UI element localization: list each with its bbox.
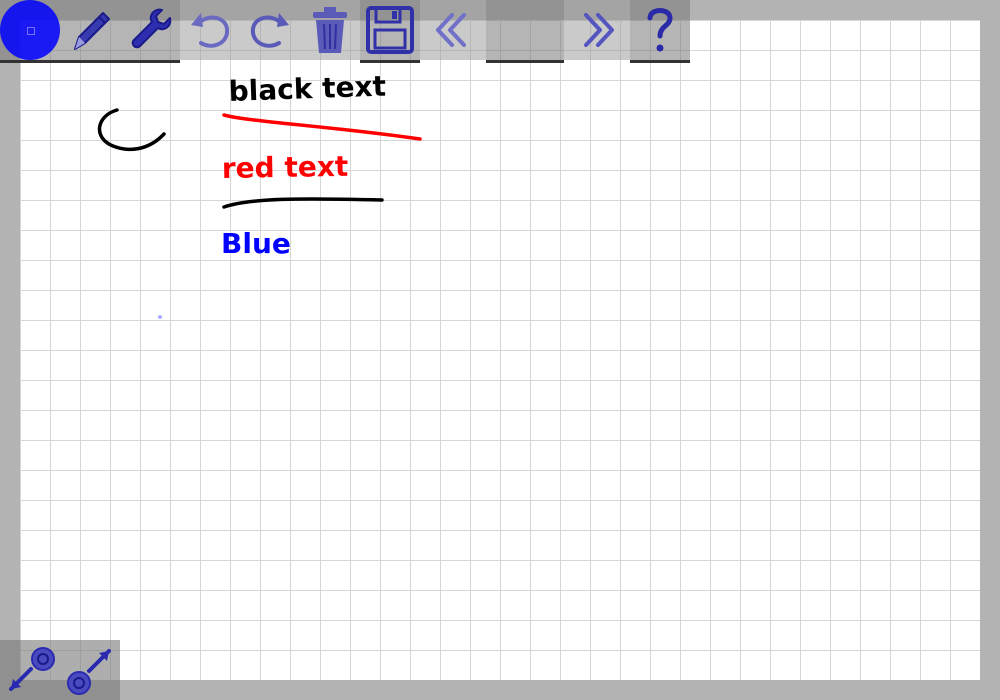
settings-button[interactable] xyxy=(120,0,180,60)
chevron-double-left-icon xyxy=(436,13,466,47)
question-mark-icon xyxy=(647,8,673,52)
zoom-out-button[interactable] xyxy=(0,640,60,700)
delete-button[interactable] xyxy=(300,0,360,60)
chevron-double-right-icon xyxy=(584,13,614,47)
help-button[interactable] xyxy=(630,0,690,60)
undo-icon xyxy=(191,13,230,48)
red-text: red text xyxy=(222,150,349,185)
ink-layer: black text red text Blue xyxy=(97,70,422,319)
zoom-in-icon xyxy=(67,649,111,695)
pen-tool-button[interactable] xyxy=(60,0,120,60)
zoom-out-icon xyxy=(9,647,55,691)
color-picker-button[interactable] xyxy=(0,0,60,60)
redo-icon xyxy=(250,13,289,48)
toolbar-shadow xyxy=(486,60,564,63)
previous-page-button[interactable] xyxy=(423,0,483,60)
color-dot-icon xyxy=(27,27,35,35)
black-text: black text xyxy=(228,70,386,108)
toolbar-shadow xyxy=(630,60,690,63)
next-page-button[interactable] xyxy=(567,0,627,60)
zoom-in-button[interactable] xyxy=(60,640,120,700)
page-indicator xyxy=(486,0,564,60)
toolbar-shadow xyxy=(0,60,180,63)
redo-button[interactable] xyxy=(240,0,300,60)
pencil-icon xyxy=(74,12,110,50)
save-button[interactable] xyxy=(360,0,420,60)
black-underline xyxy=(222,197,384,209)
wrench-icon xyxy=(131,8,172,49)
arc-stroke xyxy=(97,108,166,152)
stray-dot xyxy=(158,315,162,319)
toolbar-shadow xyxy=(360,60,420,63)
red-underline xyxy=(222,113,422,141)
trash-icon xyxy=(313,7,347,53)
undo-button[interactable] xyxy=(180,0,240,60)
blue-text: Blue xyxy=(221,227,291,260)
bottom-toolbar xyxy=(0,640,120,700)
floppy-disk-icon xyxy=(366,6,414,54)
